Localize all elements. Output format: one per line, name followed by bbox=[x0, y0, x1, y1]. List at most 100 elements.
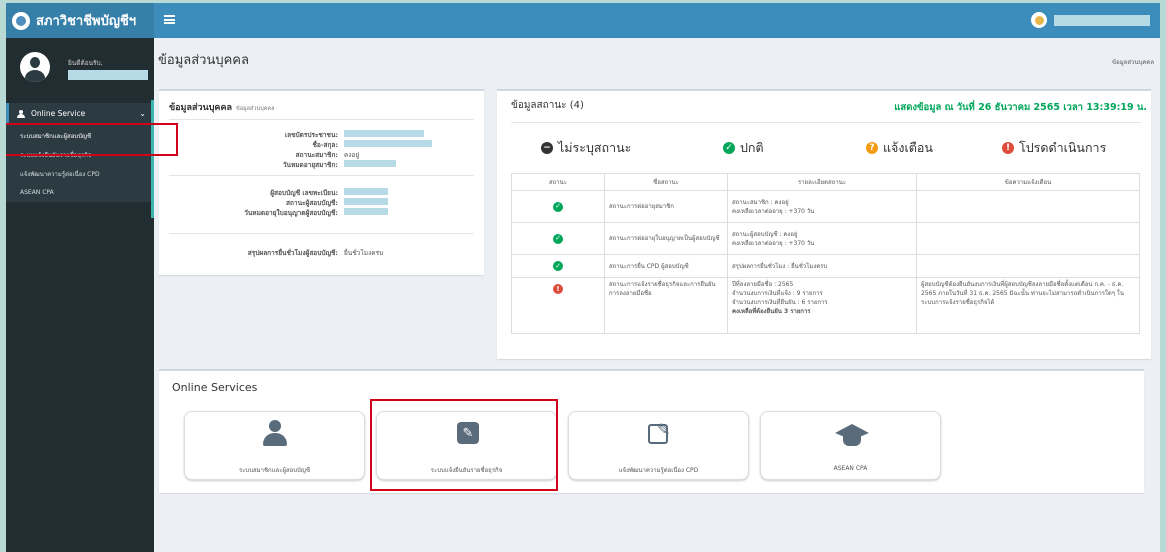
submenu: ระบบสมาชิกและผู้สอบบัญชี ระบบแจ้งยืนยันร… bbox=[6, 124, 154, 202]
row-detail: สถานะผู้สอบบัญชี : คงอยู่ คงเหลือเวลาต่ออ… bbox=[727, 222, 917, 255]
app-window: สภาวิชาชีพบัญชีฯ ยินดีต้อนรับ, Online Se… bbox=[6, 3, 1160, 552]
menu-online-service-label: Online Service bbox=[31, 109, 86, 118]
cpd-summary-label: สรุปผลการยื่นชั่วโมงผู้สอบบัญชี: bbox=[247, 249, 338, 257]
auditor-status-row: สถานะผู้สอบบัญชี: bbox=[159, 198, 388, 208]
member-expiry-row: วันหมดอายุสมาชิก: bbox=[159, 160, 396, 170]
service-label: ระบบแจ้งยืนยันรายชื่อธุรกิจ bbox=[430, 467, 503, 474]
app-title: สภาวิชาชีพบัญชีฯ bbox=[36, 14, 137, 29]
legend-none-label: ไม่ระบุสถานะ bbox=[558, 140, 632, 155]
top-user-name-redacted[interactable] bbox=[1054, 15, 1150, 26]
auditor-no-redacted bbox=[344, 188, 388, 195]
sidebar-item-label: ระบบสมาชิกและผู้สอบบัญชี bbox=[20, 132, 92, 140]
status-box: ข้อมูลสถานะ (4) แสดงข้อมูล ณ วันที่ 26 ธ… bbox=[497, 89, 1151, 359]
chevron-down-icon: ⌄ bbox=[139, 109, 146, 118]
online-services-box: Online Services ระบบสมาชิกและผู้สอบบัญชี… bbox=[159, 369, 1144, 493]
col-detail: รายละเอียดสถานะ bbox=[727, 173, 917, 191]
pencil-square-icon: ✎ bbox=[451, 420, 483, 448]
name-label: ชื่อ-สกุล: bbox=[312, 141, 339, 149]
check-circle-icon: ✓ bbox=[553, 233, 563, 244]
cpd-summary-row: สรุปผลการยื่นชั่วโมงผู้สอบบัญชี: ยื่นชั่… bbox=[159, 248, 383, 258]
logo[interactable]: สภาวิชาชีพบัญชีฯ bbox=[6, 3, 154, 38]
user-avatar-icon[interactable] bbox=[1031, 12, 1047, 28]
minus-circle-icon: − bbox=[541, 142, 553, 154]
divider bbox=[511, 122, 1141, 123]
col-message: ข้อความแจ้งเตือน bbox=[916, 173, 1140, 191]
row-detail: สรุปผลการยื่นชั่วโมง : ยื่นชั่วโมงครบ bbox=[727, 254, 917, 278]
table-row: ✓ สถานะการต่ออายุสมาชิก สถานะสมาชิก : คง… bbox=[511, 190, 1140, 223]
sidebar-item-business-confirm[interactable]: ระบบแจ้งยืนยันรายชื่อธุรกิจ bbox=[6, 145, 154, 164]
check-circle-icon: ✓ bbox=[723, 142, 735, 154]
sidebar-item-asean-cpa[interactable]: ASEAN CPA bbox=[6, 183, 154, 202]
top-navbar bbox=[154, 3, 1160, 38]
status-title: ข้อมูลสถานะ (4) bbox=[511, 100, 584, 111]
auditor-status-redacted bbox=[344, 198, 388, 205]
member-status-value: คงอยู่ bbox=[344, 151, 360, 159]
exclamation-circle-icon: ! bbox=[553, 284, 563, 294]
id-label: เลขบัตรประชาชน: bbox=[284, 131, 338, 139]
sidebar: สภาวิชาชีพบัญชีฯ ยินดีต้อนรับ, Online Se… bbox=[6, 3, 154, 552]
breadcrumb[interactable]: ข้อมูลส่วนบุคคล bbox=[1112, 57, 1154, 67]
table-row: ! สถานะการแจ้งรายชื่อธุรกิจและการยืนยันก… bbox=[511, 277, 1140, 334]
auditor-no-row: ผู้สอบบัญชี เลขทะเบียน: bbox=[159, 188, 388, 198]
legend-warning: ? แจ้งเตือน bbox=[866, 138, 933, 158]
page-title: ข้อมูลส่วนบุคคล bbox=[158, 53, 249, 68]
member-expiry-redacted bbox=[344, 160, 396, 167]
user-name-redacted bbox=[68, 70, 148, 80]
member-expiry-label: วันหมดอายุสมาชิก: bbox=[282, 161, 338, 169]
col-name: ชื่อสถานะ bbox=[604, 173, 728, 191]
user-icon bbox=[17, 109, 25, 118]
check-circle-icon: ✓ bbox=[553, 261, 563, 271]
sidebar-item-label: แจ้งพัฒนาความรู้ต่อเนื่อง CPD bbox=[20, 170, 100, 178]
exclamation-circle-icon: ! bbox=[1002, 142, 1014, 154]
table-row: ✓ สถานะการยื่น CPD ผู้สอบบัญชี สรุปผลการ… bbox=[511, 254, 1140, 278]
service-member-system-button[interactable]: ระบบสมาชิกและผู้สอบบัญชี bbox=[184, 411, 365, 480]
sidebar-scrollbar[interactable] bbox=[151, 100, 154, 218]
status-table: สถานะ ชื่อสถานะ รายละเอียดสถานะ ข้อความแ… bbox=[511, 173, 1140, 334]
personal-info-subtitle: ข้อมูลส่วนบุคคล bbox=[235, 106, 275, 112]
row-detail: ปีที่ลงลายมือชื่อ : 2565 จำนวนงบการเงินที… bbox=[727, 277, 917, 334]
row-detail: สถานะสมาชิก : คงอยู่ คงเหลือเวลาต่ออายุ :… bbox=[727, 190, 917, 223]
legend-none: − ไม่ระบุสถานะ bbox=[541, 138, 631, 158]
service-business-confirm-button[interactable]: ✎ ระบบแจ้งยืนยันรายชื่อธุรกิจ bbox=[376, 411, 557, 480]
sidebar-item-cpd[interactable]: แจ้งพัฒนาความรู้ต่อเนื่อง CPD bbox=[6, 164, 154, 183]
emblem-icon bbox=[12, 11, 30, 30]
service-asean-cpa-button[interactable]: ASEAN CPA bbox=[760, 411, 941, 480]
row-name: สถานะการต่ออายุสมาชิก bbox=[604, 190, 728, 223]
member-status-row: สถานะสมาชิก: คงอยู่ bbox=[159, 150, 360, 160]
hamburger-menu-icon[interactable] bbox=[164, 15, 175, 24]
legend-action: ! โปรดดำเนินการ bbox=[1002, 138, 1106, 158]
row-name: สถานะการแจ้งรายชื่อธุรกิจและการยืนยันการ… bbox=[604, 277, 728, 334]
user-panel: ยินดีต้อนรับ, bbox=[6, 38, 154, 95]
row-message: ผู้สอบบัญชีต้องยืนยันงบการเงินที่ผู้สอบบ… bbox=[916, 277, 1140, 334]
legend-normal-label: ปกติ bbox=[740, 140, 764, 155]
legend-warning-label: แจ้งเตือน bbox=[883, 140, 933, 155]
license-expiry-redacted bbox=[344, 208, 388, 215]
row-name: สถานะการยื่น CPD ผู้สอบบัญชี bbox=[604, 254, 728, 278]
row-message bbox=[916, 190, 1140, 223]
auditor-status-label: สถานะผู้สอบบัญชี: bbox=[286, 199, 338, 207]
service-label: ระบบสมาชิกและผู้สอบบัญชี bbox=[238, 467, 311, 474]
license-expiry-label: วันหมดอายุใบอนุญาตผู้สอบบัญชี: bbox=[244, 209, 338, 217]
status-timestamp: แสดงข้อมูล ณ วันที่ 26 ธันวาคม 2565 เวลา… bbox=[894, 102, 1147, 113]
question-circle-icon: ? bbox=[866, 142, 878, 154]
personal-info-header: ข้อมูลส่วนบุคคล ข้อมูลส่วนบุคคล bbox=[159, 91, 484, 114]
service-cpd-button[interactable]: ✎ แจ้งพัฒนาความรู้ต่อเนื่อง CPD bbox=[568, 411, 749, 480]
row-name: สถานะการต่ออายุใบอนุญาตเป็นผู้สอบบัญชี bbox=[604, 222, 728, 255]
legend-normal: ✓ ปกติ bbox=[723, 138, 764, 158]
personal-info-box: ข้อมูลส่วนบุคคล ข้อมูลส่วนบุคคล เลขบัตรปร… bbox=[159, 89, 484, 275]
sidebar-item-member-system[interactable]: ระบบสมาชิกและผู้สอบบัญชี bbox=[6, 126, 154, 145]
user-icon bbox=[259, 420, 291, 448]
graduation-cap-icon bbox=[835, 420, 869, 448]
row-message bbox=[916, 222, 1140, 255]
name-row: ชื่อ-สกุล: bbox=[159, 140, 432, 150]
menu-online-service[interactable]: Online Service ⌄ bbox=[6, 103, 154, 124]
online-services-title: Online Services bbox=[172, 381, 258, 394]
table-row: ✓ สถานะการต่ออายุใบอนุญาตเป็นผู้สอบบัญชี… bbox=[511, 222, 1140, 255]
divider bbox=[169, 233, 474, 234]
check-circle-icon: ✓ bbox=[553, 201, 563, 212]
divider bbox=[169, 119, 474, 120]
user-greeting: ยินดีต้อนรับ, bbox=[68, 59, 103, 67]
license-expiry-row: วันหมดอายุใบอนุญาตผู้สอบบัญชี: bbox=[159, 208, 388, 218]
col-state: สถานะ bbox=[511, 173, 605, 191]
avatar bbox=[20, 51, 50, 82]
